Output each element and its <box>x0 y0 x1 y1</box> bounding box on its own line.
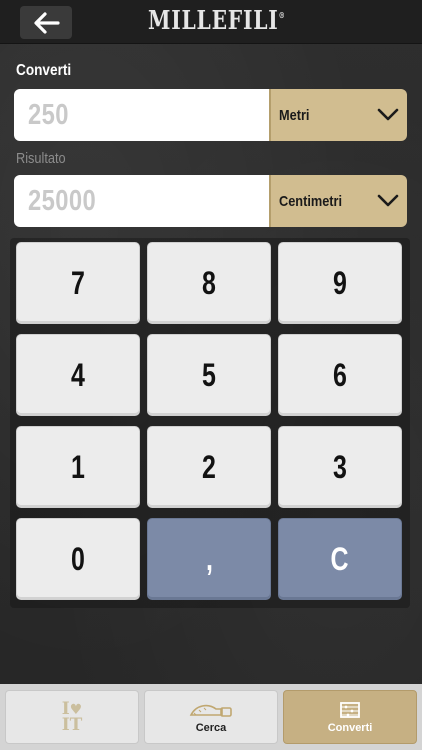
tape-measure-icon <box>189 704 232 717</box>
keypad: 7 8 9 4 5 6 1 2 3 0 , C <box>10 238 410 608</box>
key-comma[interactable]: , <box>147 518 271 600</box>
key-2[interactable]: 2 <box>147 426 271 508</box>
tab-bar: I♥ IT Cerca Converti <box>0 684 422 750</box>
result-unit-select[interactable]: Centimetri <box>269 175 407 227</box>
key-7[interactable]: 7 <box>16 242 140 324</box>
tab-convert[interactable]: Converti <box>283 690 417 744</box>
key-0[interactable]: 0 <box>16 518 140 600</box>
chevron-down-icon <box>377 108 399 121</box>
input-value: 250 <box>28 98 69 131</box>
key-clear[interactable]: C <box>278 518 402 600</box>
tab-favorites[interactable]: I♥ IT <box>5 690 139 744</box>
risultato-label: Risultato <box>16 150 66 167</box>
result-value-field: 25000 <box>14 175 270 227</box>
key-8[interactable]: 8 <box>147 242 271 324</box>
top-bar: MILLEFILI® <box>0 0 422 44</box>
tab-search[interactable]: Cerca <box>144 690 278 744</box>
tab-search-label: Cerca <box>195 721 227 734</box>
tab-convert-label: Converti <box>327 721 373 734</box>
i-love-it-icon: I♥ IT <box>61 698 83 735</box>
arrow-left-icon <box>34 11 60 34</box>
key-6[interactable]: 6 <box>278 334 402 416</box>
result-value: 25000 <box>28 184 97 217</box>
chevron-down-icon <box>377 194 399 207</box>
input-unit-label: Metri <box>279 106 310 124</box>
abacus-icon <box>340 701 360 718</box>
result-unit-label: Centimetri <box>279 192 343 210</box>
converti-label: Converti <box>16 62 72 79</box>
key-4[interactable]: 4 <box>16 334 140 416</box>
input-unit-select[interactable]: Metri <box>269 89 407 141</box>
key-5[interactable]: 5 <box>147 334 271 416</box>
millefili-logo: MILLEFILI® <box>148 6 286 36</box>
key-9[interactable]: 9 <box>278 242 402 324</box>
key-1[interactable]: 1 <box>16 426 140 508</box>
input-value-field[interactable]: 250 <box>14 89 270 141</box>
key-3[interactable]: 3 <box>278 426 402 508</box>
back-button[interactable] <box>20 6 72 39</box>
